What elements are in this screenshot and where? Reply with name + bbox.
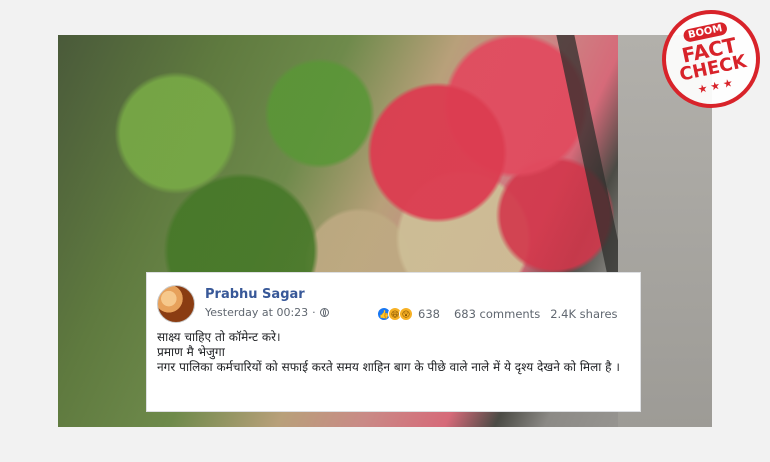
comments-count[interactable]: 683 comments	[454, 307, 540, 321]
post-body: साक्ष्य चाहिए तो कॉमेन्ट करे। प्रमाण मै …	[157, 330, 632, 375]
shares-count[interactable]: 2.4K shares	[550, 307, 617, 321]
post-line: साक्ष्य चाहिए तो कॉमेन्ट करे।	[157, 330, 281, 344]
facebook-post-card: Prabhu Sagar Yesterday at 00:23 · 👍 😆 😮 …	[146, 272, 641, 412]
wow-reaction-icon[interactable]: 😮	[399, 307, 413, 321]
globe-icon	[319, 308, 329, 317]
post-author-name[interactable]: Prabhu Sagar	[205, 287, 305, 302]
post-line: प्रमाण मै भेजुगा	[157, 345, 225, 359]
reactions-bar: 👍 😆 😮 638 683 comments 2.4K shares	[377, 307, 618, 321]
post-line: नगर पालिका कर्मचारियों को सफाई करते समय …	[157, 360, 620, 374]
post-timestamp[interactable]: Yesterday at 00:23	[205, 306, 308, 319]
post-meta: Yesterday at 00:23 ·	[205, 306, 329, 319]
avatar[interactable]	[157, 285, 195, 323]
reaction-count[interactable]: 638	[418, 307, 440, 321]
meta-separator: ·	[312, 306, 316, 319]
